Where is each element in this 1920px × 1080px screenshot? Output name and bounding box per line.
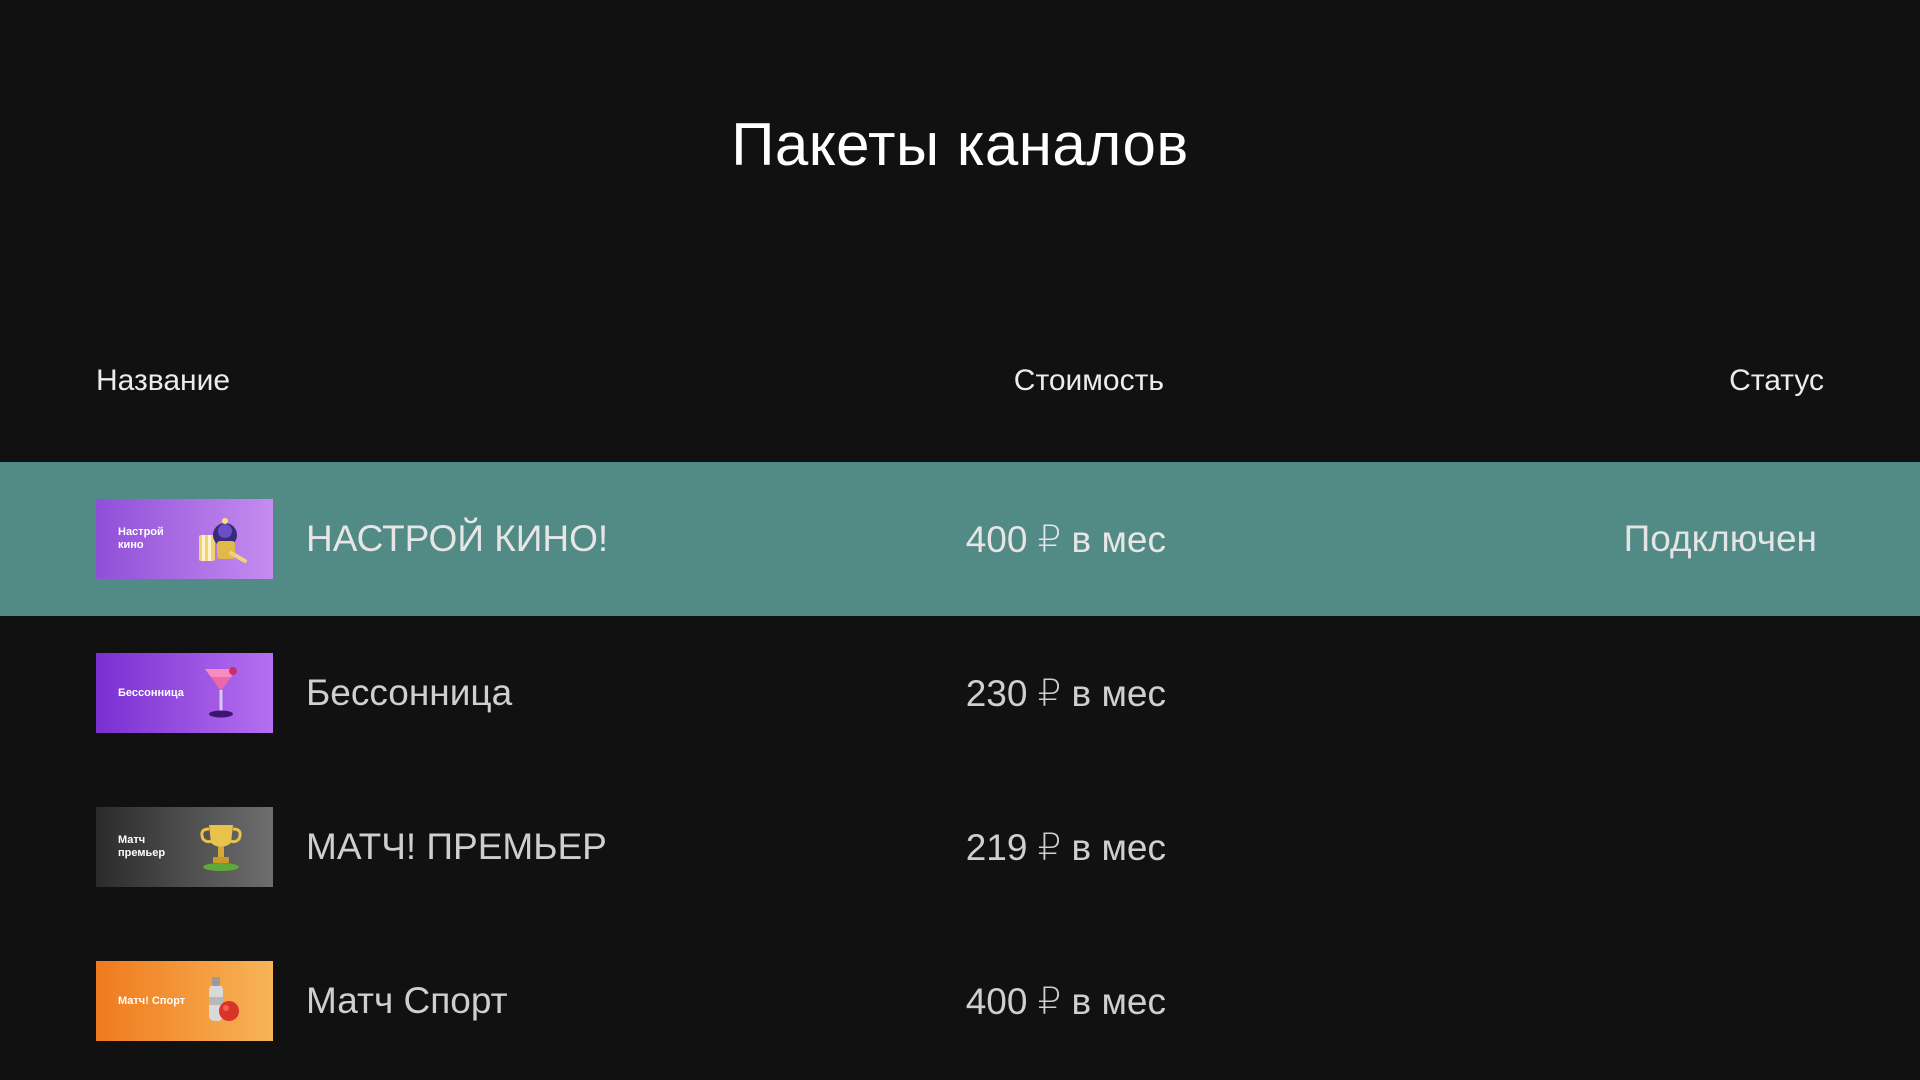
thumbnail-label: Матч! Спорт — [118, 994, 186, 1007]
package-status: Подключен — [1623, 518, 1817, 559]
package-name: Матч Спорт — [306, 980, 508, 1021]
package-row[interactable]: Матч премьер МАТЧ! ПРЕМЬЕР 219 ₽ в мес — [0, 770, 1920, 924]
trophy-icon — [200, 825, 242, 871]
package-price: 400 ₽ в мес — [965, 980, 1166, 1022]
thumbnail-label: Матч премьер — [118, 834, 166, 859]
package-row[interactable]: Бессонница Бессонница 230 ₽ в мес — [0, 616, 1920, 770]
cocktail-icon — [205, 667, 237, 718]
package-row[interactable]: Матч! Спорт Матч Спорт 400 ₽ в мес — [0, 924, 1920, 1078]
package-price: 219 ₽ в мес — [965, 826, 1166, 868]
package-name: МАТЧ! ПРЕМЬЕР — [306, 826, 607, 867]
package-name: НАСТРОЙ КИНО! — [306, 518, 609, 559]
package-row[interactable]: Настрой кино НАСТРОЙ КИНО! 400 ₽ в мес П… — [0, 462, 1920, 616]
column-header-cost: Стоимость — [1013, 364, 1164, 397]
sport-bottle-icon — [209, 977, 239, 1021]
page-title: Пакеты каналов — [731, 111, 1189, 178]
thumbnail-label: Настрой кино — [118, 526, 164, 551]
column-header-status: Статус — [1729, 364, 1824, 397]
package-name: Бессонница — [306, 672, 513, 713]
packages-list: Настрой кино НАСТРОЙ КИНО! 400 ₽ в мес П… — [0, 462, 1920, 1078]
package-thumbnail: Бессонница — [96, 653, 273, 733]
package-thumbnail: Матч премьер — [96, 807, 273, 887]
column-header-name: Название — [96, 364, 231, 397]
popcorn-icon — [199, 518, 247, 563]
thumbnail-label: Бессонница — [118, 686, 184, 699]
package-thumbnail: Матч! Спорт — [96, 961, 273, 1041]
package-price: 230 ₽ в мес — [965, 672, 1166, 714]
package-thumbnail: Настрой кино — [96, 499, 273, 579]
package-price: 400 ₽ в мес — [965, 518, 1166, 560]
channel-packages-screen: Пакеты каналов Название Стоимость Статус… — [0, 0, 1920, 1080]
